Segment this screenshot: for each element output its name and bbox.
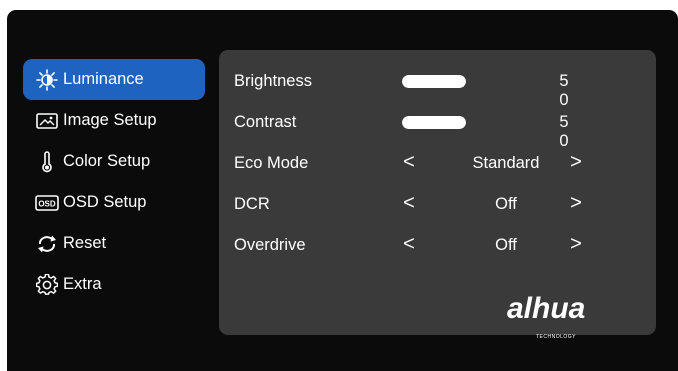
brightness-label: Brightness <box>234 72 312 90</box>
sidebar-item-color-setup[interactable]: Color Setup <box>23 141 205 182</box>
contrast-slider-fill <box>402 116 466 129</box>
dcr-next-button[interactable]: > <box>566 191 586 215</box>
sidebar-item-label: Luminance <box>63 70 144 88</box>
eco-mode-value: Standard <box>472 154 540 172</box>
brightness-row[interactable]: Brightness 5 0 <box>219 60 656 109</box>
sun-icon <box>35 68 59 92</box>
image-icon <box>35 109 59 133</box>
overdrive-row[interactable]: Overdrive < Off > <box>219 224 656 265</box>
eco-mode-next-button[interactable]: > <box>566 150 586 174</box>
contrast-slider[interactable] <box>402 116 466 129</box>
eco-mode-label: Eco Mode <box>234 154 309 172</box>
dcr-value: Off <box>495 195 517 213</box>
eco-mode-row[interactable]: Eco Mode < Standard > <box>219 142 656 183</box>
sidebar-item-label: OSD Setup <box>63 193 147 211</box>
dcr-prev-button[interactable]: < <box>399 191 419 215</box>
brightness-slider[interactable] <box>402 75 466 88</box>
gear-icon <box>35 273 59 297</box>
overdrive-prev-button[interactable]: < <box>399 232 419 256</box>
sidebar-item-label: Reset <box>63 234 107 252</box>
contrast-row[interactable]: Contrast 5 0 <box>219 101 656 150</box>
sidebar-item-label: Color Setup <box>63 152 151 170</box>
logo-brand: alhua <box>507 292 586 325</box>
osd-window: Luminance Image Setup Color Setup OSD OS… <box>7 10 678 371</box>
overdrive-next-button[interactable]: > <box>566 232 586 256</box>
overdrive-value: Off <box>495 236 517 254</box>
sidebar-item-label: Image Setup <box>63 111 157 129</box>
sidebar-item-extra[interactable]: Extra <box>23 264 205 305</box>
dcr-row[interactable]: DCR < Off > <box>219 183 656 224</box>
thermometer-icon <box>35 150 59 174</box>
sidebar-item-image-setup[interactable]: Image Setup <box>23 100 205 141</box>
osd-icon: OSD <box>35 191 59 215</box>
logo-tagline: TECHNOLOGY <box>536 334 577 340</box>
overdrive-label: Overdrive <box>234 236 306 254</box>
dahua-logo: alhua TECHNOLOGY <box>507 292 627 342</box>
dcr-label: DCR <box>234 195 270 213</box>
reset-icon <box>35 232 59 256</box>
sidebar-item-reset[interactable]: Reset <box>23 223 205 264</box>
svg-text:OSD: OSD <box>38 199 56 208</box>
sidebar-menu: Luminance Image Setup Color Setup OSD OS… <box>23 59 205 305</box>
eco-mode-prev-button[interactable]: < <box>399 150 419 174</box>
brightness-slider-fill <box>402 75 466 88</box>
sidebar-item-luminance[interactable]: Luminance <box>23 59 205 100</box>
sidebar-item-label: Extra <box>63 275 102 293</box>
contrast-label: Contrast <box>234 113 297 131</box>
sidebar-item-osd-setup[interactable]: OSD OSD Setup <box>23 182 205 223</box>
